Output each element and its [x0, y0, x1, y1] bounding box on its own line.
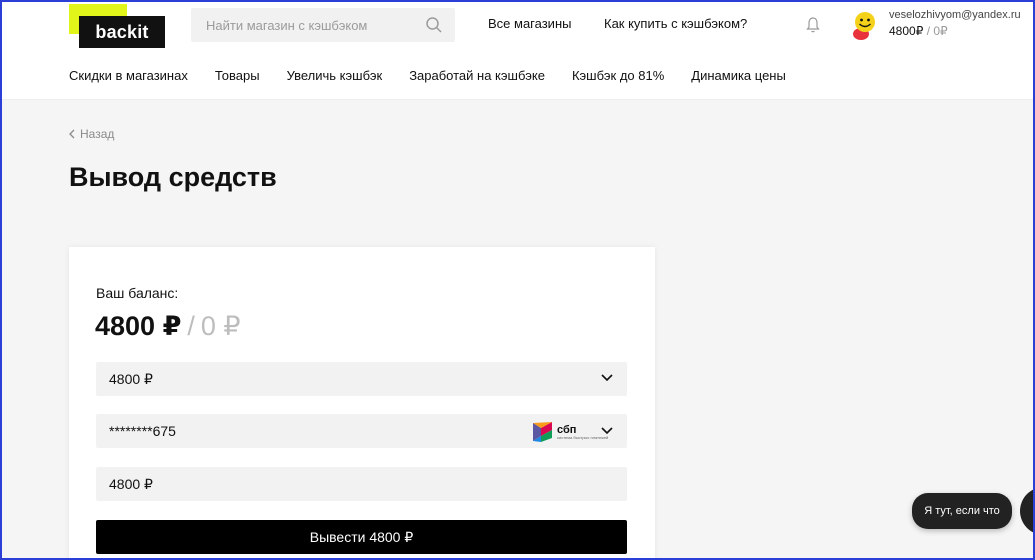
main-nav: Скидки в магазинах Товары Увеличь кэшбэк…	[69, 68, 813, 83]
balance-pending: 0 ₽	[200, 311, 241, 341]
account-select-value: ********675	[109, 423, 176, 439]
sbp-logo: сбп система быстрых платежей	[532, 419, 608, 445]
nav-item-earn[interactable]: Заработай на кэшбэке	[409, 68, 545, 83]
account-select[interactable]: ********675 сбп система быстрых платежей	[96, 414, 627, 448]
chevron-down-icon	[601, 427, 613, 435]
amount-select-value: 4800 ₽	[109, 370, 153, 387]
amount-select[interactable]: 4800 ₽	[96, 362, 627, 396]
bell-icon[interactable]	[805, 16, 821, 34]
nav-item-boost-cashback[interactable]: Увеличь кэшбэк	[287, 68, 383, 83]
user-email[interactable]: veselozhivyom@yandex.ru	[889, 9, 1021, 21]
how-to-buy-link[interactable]: Как купить с кэшбэком?	[604, 16, 747, 31]
nav-item-discounts[interactable]: Скидки в магазинах	[69, 68, 188, 83]
back-link-label: Назад	[80, 127, 115, 141]
amount-input[interactable]	[96, 467, 627, 501]
withdraw-button[interactable]: Вывести 4800 ₽	[96, 520, 627, 554]
chevron-left-icon	[69, 129, 75, 139]
user-pending-value: 0₽	[933, 24, 948, 38]
avatar[interactable]	[850, 10, 880, 42]
withdraw-card: Ваш баланс: 4800 ₽/0 ₽ 4800 ₽ ********67…	[69, 247, 655, 560]
nav-item-price-dynamics[interactable]: Динамика цены	[691, 68, 786, 83]
sbp-mark-icon	[533, 422, 552, 442]
logo-text: backit	[79, 16, 165, 48]
search-input[interactable]	[191, 8, 455, 42]
balance-separator: /	[187, 311, 195, 341]
user-balance-value: 4800₽	[889, 24, 924, 38]
back-link[interactable]: Назад	[68, 127, 114, 141]
nav-item-cashback-81[interactable]: Кэшбэк до 81%	[572, 68, 664, 83]
balance-value: 4800 ₽	[95, 311, 182, 341]
site-header: backit Все магазины Как купить с кэшбэко…	[0, 0, 1035, 100]
chat-widget-button[interactable]	[1020, 487, 1035, 535]
search-icon[interactable]	[425, 16, 443, 34]
help-chat-bubble[interactable]: Я тут, если что	[912, 493, 1012, 529]
all-stores-link[interactable]: Все магазины	[488, 16, 571, 31]
page-title: Вывод средств	[69, 162, 277, 192]
balance-label: Ваш баланс:	[96, 285, 179, 301]
user-balance[interactable]: 4800₽ / 0₽	[889, 24, 948, 38]
nav-item-products[interactable]: Товары	[215, 68, 260, 83]
balance-amount: 4800 ₽/0 ₽	[95, 311, 241, 342]
chevron-down-icon	[601, 374, 613, 382]
backit-logo[interactable]: backit	[69, 4, 165, 48]
